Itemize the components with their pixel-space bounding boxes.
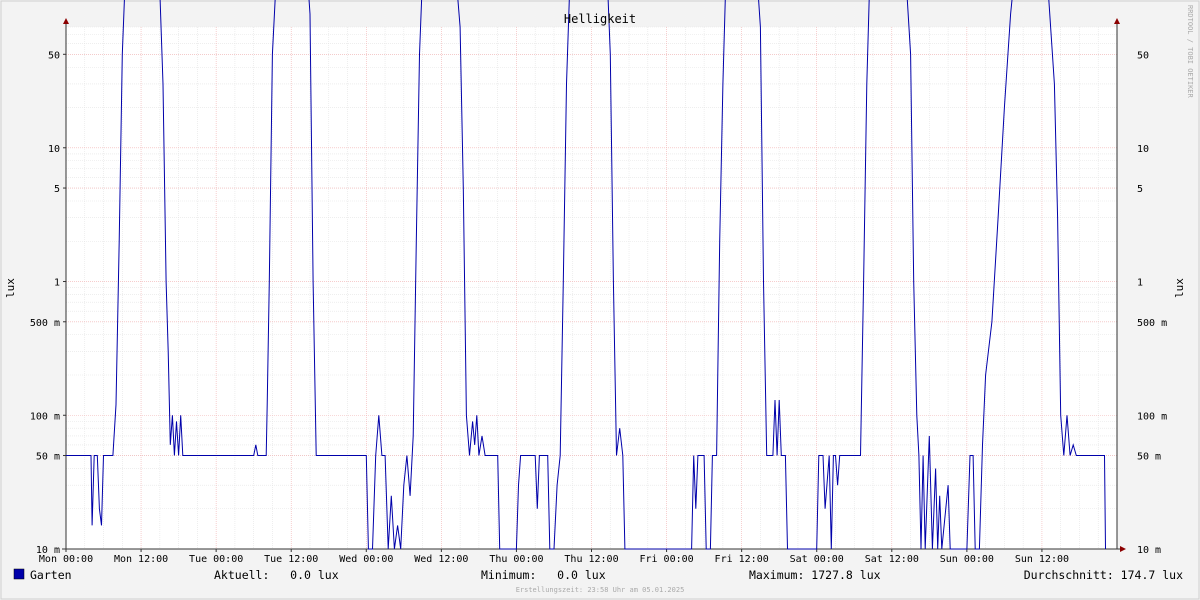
legend-current: Aktuell: 0.0 lux	[214, 568, 339, 582]
chart-title: Helligkeit	[564, 12, 636, 26]
y-tick-label-left: 100 m	[30, 411, 60, 422]
y-axis-label-right: lux	[1173, 278, 1186, 298]
y-tick-label-right: 50 m	[1137, 452, 1161, 463]
y-tick-label-right: 10 m	[1137, 545, 1161, 556]
legend-minimum: Minimum: 0.0 lux	[481, 568, 606, 582]
y-tick-label-right: 1	[1137, 278, 1143, 289]
x-tick-label: Sat 00:00	[790, 554, 844, 565]
legend-series-name: Garten	[30, 568, 72, 582]
y-axis-label-left: lux	[4, 278, 17, 298]
y-tick-label-right: 10	[1137, 144, 1149, 155]
y-tick-label-left: 1	[54, 278, 60, 289]
y-tick-label-left: 10	[48, 144, 60, 155]
x-tick-label: Thu 12:00	[564, 554, 618, 565]
x-tick-label: Fri 00:00	[639, 554, 693, 565]
x-tick-label: Sun 00:00	[940, 554, 994, 565]
y-tick-label-right: 5	[1137, 184, 1143, 195]
chart-container: 10 m 50 m 100 m 500 m 1 5 10 50 10 m 50 m 100 m 50…	[0, 0, 1200, 600]
x-tick-label: Sun 12:00	[1015, 554, 1069, 565]
y-tick-label-left: 500 m	[30, 318, 60, 329]
y-tick-label-right: 500 m	[1137, 318, 1167, 329]
y-tick-label-left: 50 m	[36, 452, 60, 463]
x-tick-label: Thu 00:00	[489, 554, 543, 565]
y-tick-label-left: 5	[54, 184, 60, 195]
brightness-chart: 10 m50 m100 m500 m151050 10 m50 m100 m50…	[0, 0, 1200, 600]
footer-timestamp: Erstellungszeit: 23:58 Uhr am 05.01.2025	[516, 586, 685, 594]
y-tick-label-right: 100 m	[1137, 411, 1167, 422]
x-tick-label: Fri 12:00	[715, 554, 769, 565]
legend-swatch	[13, 568, 25, 580]
x-tick-label: Tue 12:00	[264, 554, 318, 565]
y-tick-label-left: 50	[48, 50, 60, 61]
x-tick-label: Wed 12:00	[414, 554, 468, 565]
x-tick-label: Sat 12:00	[865, 554, 919, 565]
x-tick-label: Mon 12:00	[114, 554, 168, 565]
legend-maximum: Maximum: 1727.8 lux	[749, 568, 881, 582]
x-tick-label: Mon 00:00	[39, 554, 93, 565]
watermark: RRDTOOL / TOBI OETIKER	[1186, 5, 1194, 99]
x-tick-label: Tue 00:00	[189, 554, 243, 565]
y-tick-label-right: 50	[1137, 50, 1149, 61]
legend-average: Durchschnitt: 174.7 lux	[1024, 568, 1183, 582]
x-tick-label: Wed 00:00	[339, 554, 393, 565]
